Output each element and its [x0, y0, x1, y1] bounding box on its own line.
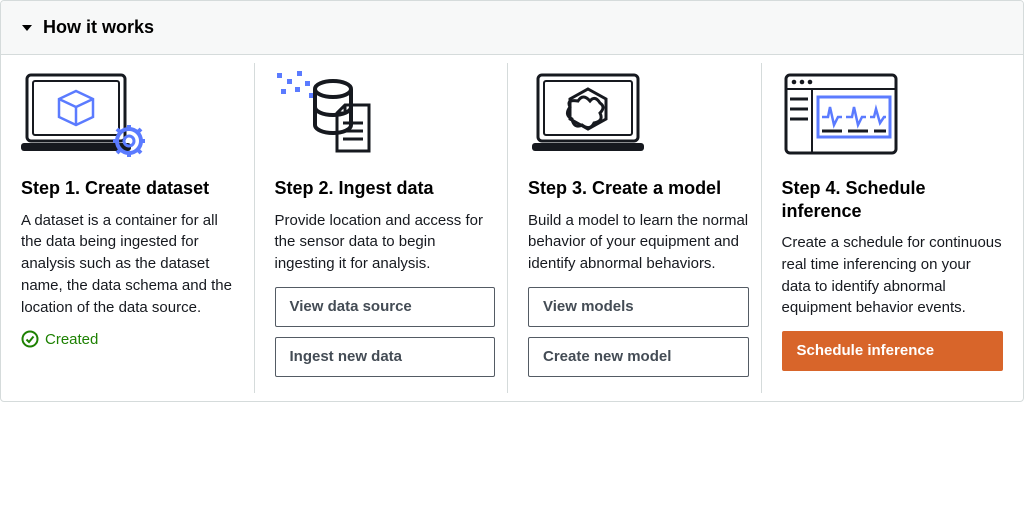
step-create-dataset: Step 1. Create dataset A dataset is a co… [9, 63, 255, 393]
step-title: Step 4. Schedule inference [782, 177, 1003, 222]
view-models-button[interactable]: View models [528, 287, 749, 327]
step-ingest-data: Step 2. Ingest data Provide location and… [263, 63, 509, 393]
step-title: Step 3. Create a model [528, 177, 749, 200]
status-text: Created [45, 331, 98, 348]
view-data-source-button[interactable]: View data source [275, 287, 496, 327]
model-laptop-icon [528, 69, 749, 169]
panel-header[interactable]: How it works [1, 1, 1023, 55]
how-it-works-panel: How it works [0, 0, 1024, 402]
step-description: Create a schedule for continuous real ti… [782, 232, 1003, 319]
step-title: Step 1. Create dataset [21, 177, 242, 200]
panel-title: How it works [43, 17, 154, 38]
step-schedule-inference: Step 4. Schedule inference Create a sche… [770, 63, 1015, 393]
ingest-new-data-button[interactable]: Ingest new data [275, 337, 496, 377]
step-description: A dataset is a container for all the dat… [21, 210, 242, 319]
step-create-model: Step 3. Create a model Build a model to … [516, 63, 762, 393]
create-new-model-button[interactable]: Create new model [528, 337, 749, 377]
check-circle-icon [21, 330, 39, 348]
steps-row: Step 1. Create dataset A dataset is a co… [1, 55, 1023, 401]
status-badge: Created [21, 330, 242, 348]
ingest-data-icon [275, 69, 496, 169]
schedule-inference-icon [782, 69, 1003, 169]
caret-down-icon [21, 22, 33, 34]
step-description: Provide location and access for the sens… [275, 210, 496, 275]
step-title: Step 2. Ingest data [275, 177, 496, 200]
step-description: Build a model to learn the normal behavi… [528, 210, 749, 275]
dataset-laptop-icon [21, 69, 242, 169]
schedule-inference-button[interactable]: Schedule inference [782, 331, 1003, 371]
